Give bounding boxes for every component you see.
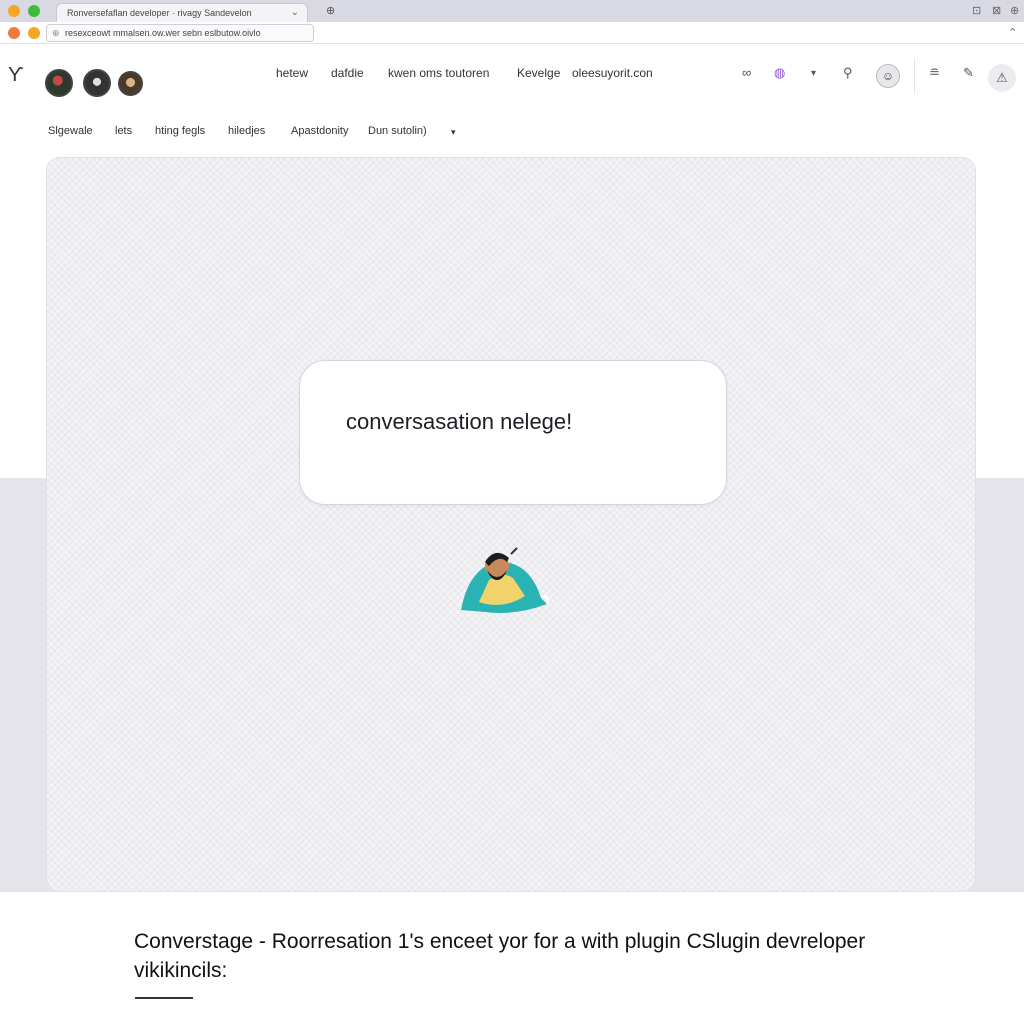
- site-header: ϒ hetew dafdie kwen oms toutoren Kevelge…: [0, 48, 1024, 102]
- menu-icon[interactable]: ⊠: [992, 4, 1001, 17]
- stack-icon[interactable]: ≘: [929, 65, 940, 81]
- bubble-text: conversasation nelege!: [346, 409, 573, 434]
- url-input[interactable]: ⊕ resexceowt mmalsen.ow.wer sebn eslbuto…: [46, 24, 314, 42]
- close-icon[interactable]: ⌄: [291, 4, 299, 22]
- lock-icon: ⊕: [52, 28, 60, 38]
- chevron-down-icon[interactable]: ▾: [811, 68, 816, 79]
- chevron-down-icon[interactable]: ▾: [451, 127, 456, 138]
- address-bar-row: ⊕ resexceowt mmalsen.ow.wer sebn eslbuto…: [0, 22, 1024, 44]
- url-text: resexceowt mmalsen.ow.wer sebn eslbutow.…: [65, 28, 261, 38]
- avatar[interactable]: [45, 69, 73, 97]
- subnav-item-5[interactable]: Apastdonity: [291, 125, 348, 137]
- window-close-button[interactable]: [8, 27, 20, 39]
- nav-link-3[interactable]: kwen oms toutoren: [388, 66, 489, 80]
- tab-title: Ronversefaflan developer · rivagy Sandev…: [67, 8, 252, 18]
- mascot-tool: [510, 547, 518, 555]
- subnav-item-1[interactable]: Slgewale: [48, 125, 93, 137]
- new-tab-icon[interactable]: ⊕: [326, 4, 335, 17]
- logo-icon[interactable]: ϒ: [8, 64, 23, 87]
- extensions-icon[interactable]: ⌃: [1008, 26, 1017, 39]
- subnav-item-3[interactable]: hting fegls: [155, 125, 205, 137]
- more-icon[interactable]: ⊕: [1010, 4, 1019, 17]
- footer-caption: Converstage - Roorresation 1's enceet yo…: [134, 930, 866, 982]
- window-minimize-button[interactable]: [28, 27, 40, 39]
- subnav-item-6[interactable]: Dun sutolin): [368, 125, 427, 137]
- nav-link-4[interactable]: Kevelge: [517, 66, 560, 80]
- nav-link-5[interactable]: oleesuyorit.con: [572, 66, 653, 80]
- browser-tab-strip: Ronversefaflan developer · rivagy Sandev…: [0, 0, 1024, 22]
- browser-tab[interactable]: Ronversefaflan developer · rivagy Sandev…: [56, 3, 308, 22]
- pin-icon[interactable]: ⚲: [843, 65, 853, 81]
- nav-link-1[interactable]: hetew: [276, 66, 308, 80]
- sub-nav: Slgewale lets hting fegls hiledjes Apast…: [0, 118, 1024, 146]
- download-icon[interactable]: ⊡: [972, 4, 981, 17]
- mascot-illustration: [461, 547, 550, 613]
- link-icon[interactable]: ∞: [742, 65, 751, 80]
- main-canvas: [46, 157, 976, 892]
- header-divider: [914, 58, 915, 94]
- subnav-item-2[interactable]: lets: [115, 125, 132, 137]
- avatar[interactable]: [118, 71, 143, 96]
- profile-icon[interactable]: ☺: [876, 64, 900, 88]
- nav-link-2[interactable]: dafdie: [331, 66, 364, 80]
- window-maximize-button[interactable]: [28, 5, 40, 17]
- edit-icon[interactable]: ✎: [963, 65, 974, 81]
- caption-underline: [135, 997, 193, 999]
- window-close-button[interactable]: [8, 5, 20, 17]
- avatar[interactable]: [83, 69, 111, 97]
- subnav-item-4[interactable]: hiledjes: [228, 125, 265, 137]
- globe-icon[interactable]: ◍: [774, 65, 785, 81]
- message-bubble[interactable]: conversasation nelege!: [299, 360, 727, 505]
- alert-icon[interactable]: ⚠: [988, 64, 1016, 92]
